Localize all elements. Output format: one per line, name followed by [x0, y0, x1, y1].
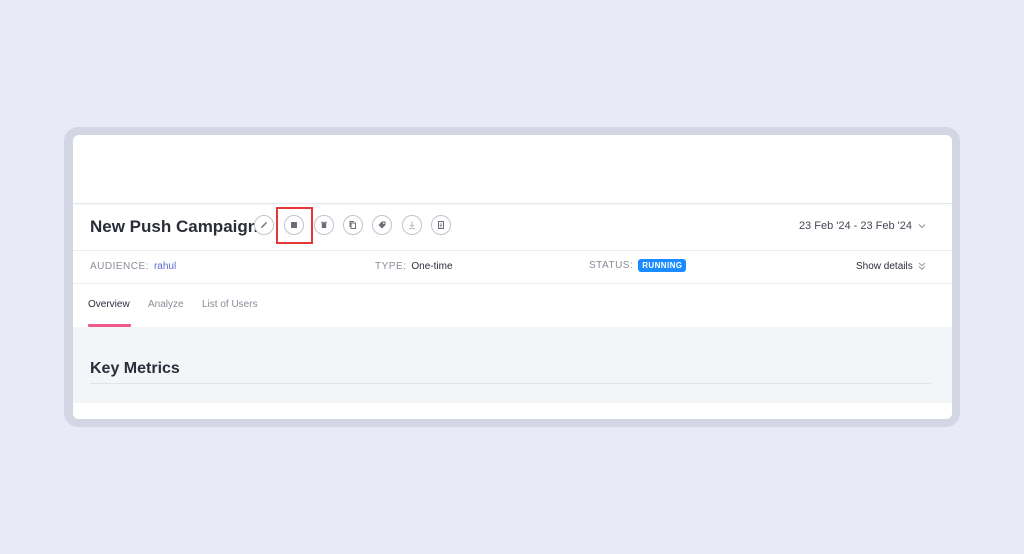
audience-field: AUDIENCE: rahul: [90, 261, 176, 272]
status-badge: RUNNING: [638, 259, 687, 272]
download-icon: [409, 221, 415, 229]
highlight-box: [276, 207, 313, 244]
section-divider: [90, 383, 931, 384]
show-details-label: Show details: [856, 261, 913, 272]
date-range-picker[interactable]: 23 Feb '24 - 23 Feb '24: [799, 220, 926, 232]
status-field: STATUS: RUNNING: [589, 259, 687, 272]
campaign-meta: AUDIENCE: rahul TYPE: One-time STATUS: R…: [73, 251, 952, 284]
metrics-fade: [73, 403, 952, 419]
audience-link[interactable]: rahul: [154, 261, 176, 272]
overview-content: Key Metrics: [73, 327, 952, 419]
campaign-tabs: Overview Analyze List of Users: [73, 284, 952, 327]
delete-button[interactable]: [314, 215, 334, 235]
edit-button[interactable]: [254, 215, 274, 235]
download-button[interactable]: [402, 215, 422, 235]
date-range-text: 23 Feb '24 - 23 Feb '24: [798, 220, 912, 232]
audience-label: AUDIENCE:: [90, 261, 149, 272]
report-button[interactable]: [431, 215, 451, 235]
key-metrics-heading: Key Metrics: [90, 360, 180, 377]
tag-icon: [378, 221, 386, 229]
campaign-header: New Push Campaign 23 Feb '24 - 23 Feb '2…: [73, 204, 952, 251]
tag-button[interactable]: [372, 215, 392, 235]
campaign-card: New Push Campaign 23 Feb '24 - 23 Feb '2…: [73, 135, 952, 419]
delete-icon: [321, 221, 327, 228]
double-chevron-down-icon: [918, 262, 926, 271]
tab-analyze[interactable]: Analyze: [148, 299, 184, 310]
tab-list-of-users[interactable]: List of Users: [202, 299, 258, 310]
report-icon: [438, 221, 444, 229]
edit-icon: [261, 221, 268, 228]
tab-overview[interactable]: Overview: [88, 299, 130, 310]
chevron-down-icon: [918, 224, 926, 229]
duplicate-icon: [349, 221, 356, 229]
type-value: One-time: [411, 261, 453, 272]
type-label: TYPE:: [375, 261, 407, 272]
duplicate-button[interactable]: [343, 215, 363, 235]
type-field: TYPE: One-time: [375, 261, 453, 272]
status-label: STATUS:: [589, 260, 634, 271]
top-band: [73, 135, 952, 204]
show-details-toggle[interactable]: Show details: [856, 261, 926, 272]
campaign-title: New Push Campaign: [90, 217, 259, 236]
